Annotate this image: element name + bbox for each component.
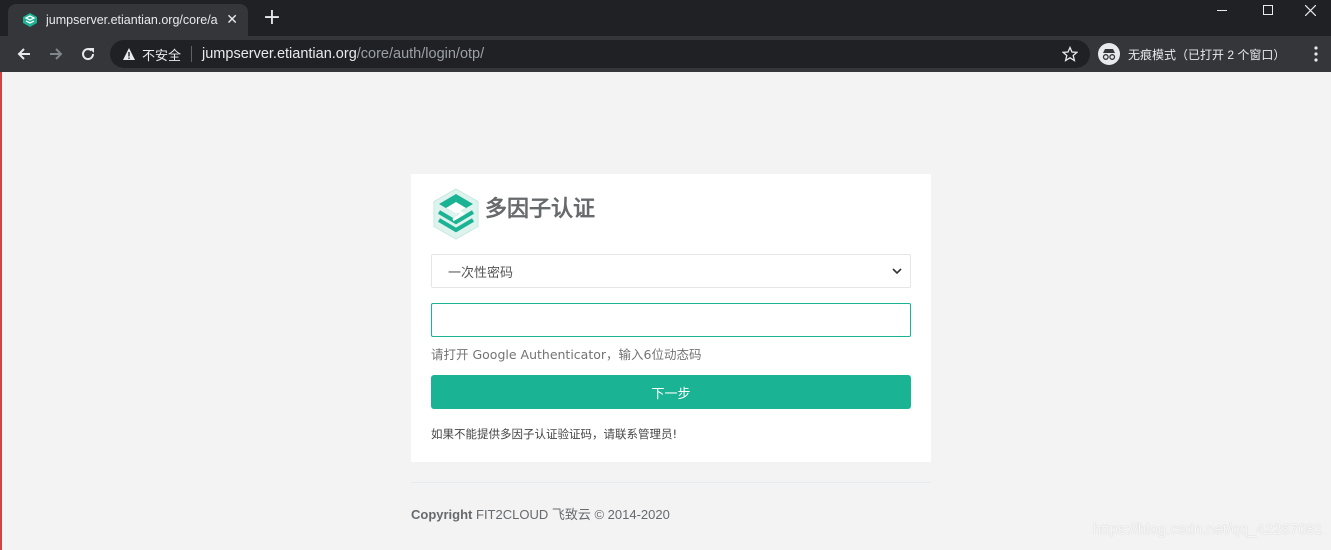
back-button[interactable] [10, 40, 38, 68]
otp-help-text: 请打开 Google Authenticator，输入6位动态码 [431, 347, 702, 362]
maximize-icon [1263, 5, 1273, 15]
window-minimize-button[interactable] [1199, 0, 1245, 20]
window-maximize-button[interactable] [1245, 0, 1291, 20]
incognito-label: 无痕模式（已打开 2 个窗口） [1128, 47, 1286, 62]
mfa-method-select[interactable]: 一次性密码 [431, 254, 911, 288]
warning-icon [123, 48, 135, 60]
incognito-indicator[interactable]: 无痕模式（已打开 2 个窗口） [1098, 40, 1298, 68]
mfa-method-value: 一次性密码 [448, 265, 514, 281]
tab-title: jumpserver.etiantian.org/core/auth/login… [46, 13, 218, 27]
bookmark-star-icon[interactable] [1062, 46, 1078, 62]
address-bar[interactable]: 不安全 jumpserver.etiantian.org/core/auth/l… [110, 40, 1090, 68]
browser-tab[interactable]: jumpserver.etiantian.org/core/auth/login… [8, 4, 248, 36]
url-host: jumpserver.etiantian.org [202, 46, 357, 62]
copyright-footer: Copyright FIT2CLOUD 飞致云 © 2014-2020 [411, 504, 670, 523]
more-vertical-icon [1314, 46, 1318, 62]
mfa-card: 多因子认证 一次性密码 请打开 Google Authenticator，输入6… [411, 174, 931, 462]
window-close-button[interactable] [1287, 0, 1331, 20]
copyright-label: Copyright [411, 507, 473, 522]
new-tab-button[interactable]: + [260, 6, 284, 30]
chevron-down-icon [892, 268, 902, 275]
arrow-left-icon [17, 48, 30, 60]
minimize-icon [1217, 9, 1227, 11]
jumpserver-favicon-icon [23, 13, 37, 27]
footer-divider [411, 482, 931, 483]
browser-tabstrip: jumpserver.etiantian.org/core/auth/login… [0, 0, 1331, 36]
otp-code-input[interactable] [431, 303, 911, 337]
copyright-text: FIT2CLOUD 飞致云 © 2014-2020 [472, 507, 670, 522]
watermark: https://blog.csdn.net/qq_42267081 [1092, 521, 1323, 538]
tab-close-icon[interactable]: ✕ [226, 12, 238, 28]
browser-menu-button[interactable] [1306, 40, 1326, 68]
close-icon [1304, 4, 1316, 16]
insecure-label[interactable]: 不安全 [142, 45, 181, 64]
jumpserver-logo-icon [433, 188, 479, 240]
next-step-button[interactable]: 下一步 [431, 375, 911, 409]
arrow-right-icon [50, 48, 63, 60]
incognito-icon [1098, 43, 1120, 65]
reload-button[interactable] [74, 40, 102, 68]
omnibox-separator [191, 46, 193, 62]
page-title: 多因子认证 [485, 197, 596, 222]
url-path: /core/auth/login/otp/ [356, 46, 485, 62]
contact-admin-text: 如果不能提供多因子认证验证码，请联系管理员! [431, 427, 678, 441]
window-edge [0, 72, 2, 550]
reload-icon [82, 48, 95, 61]
forward-button[interactable] [42, 40, 70, 68]
